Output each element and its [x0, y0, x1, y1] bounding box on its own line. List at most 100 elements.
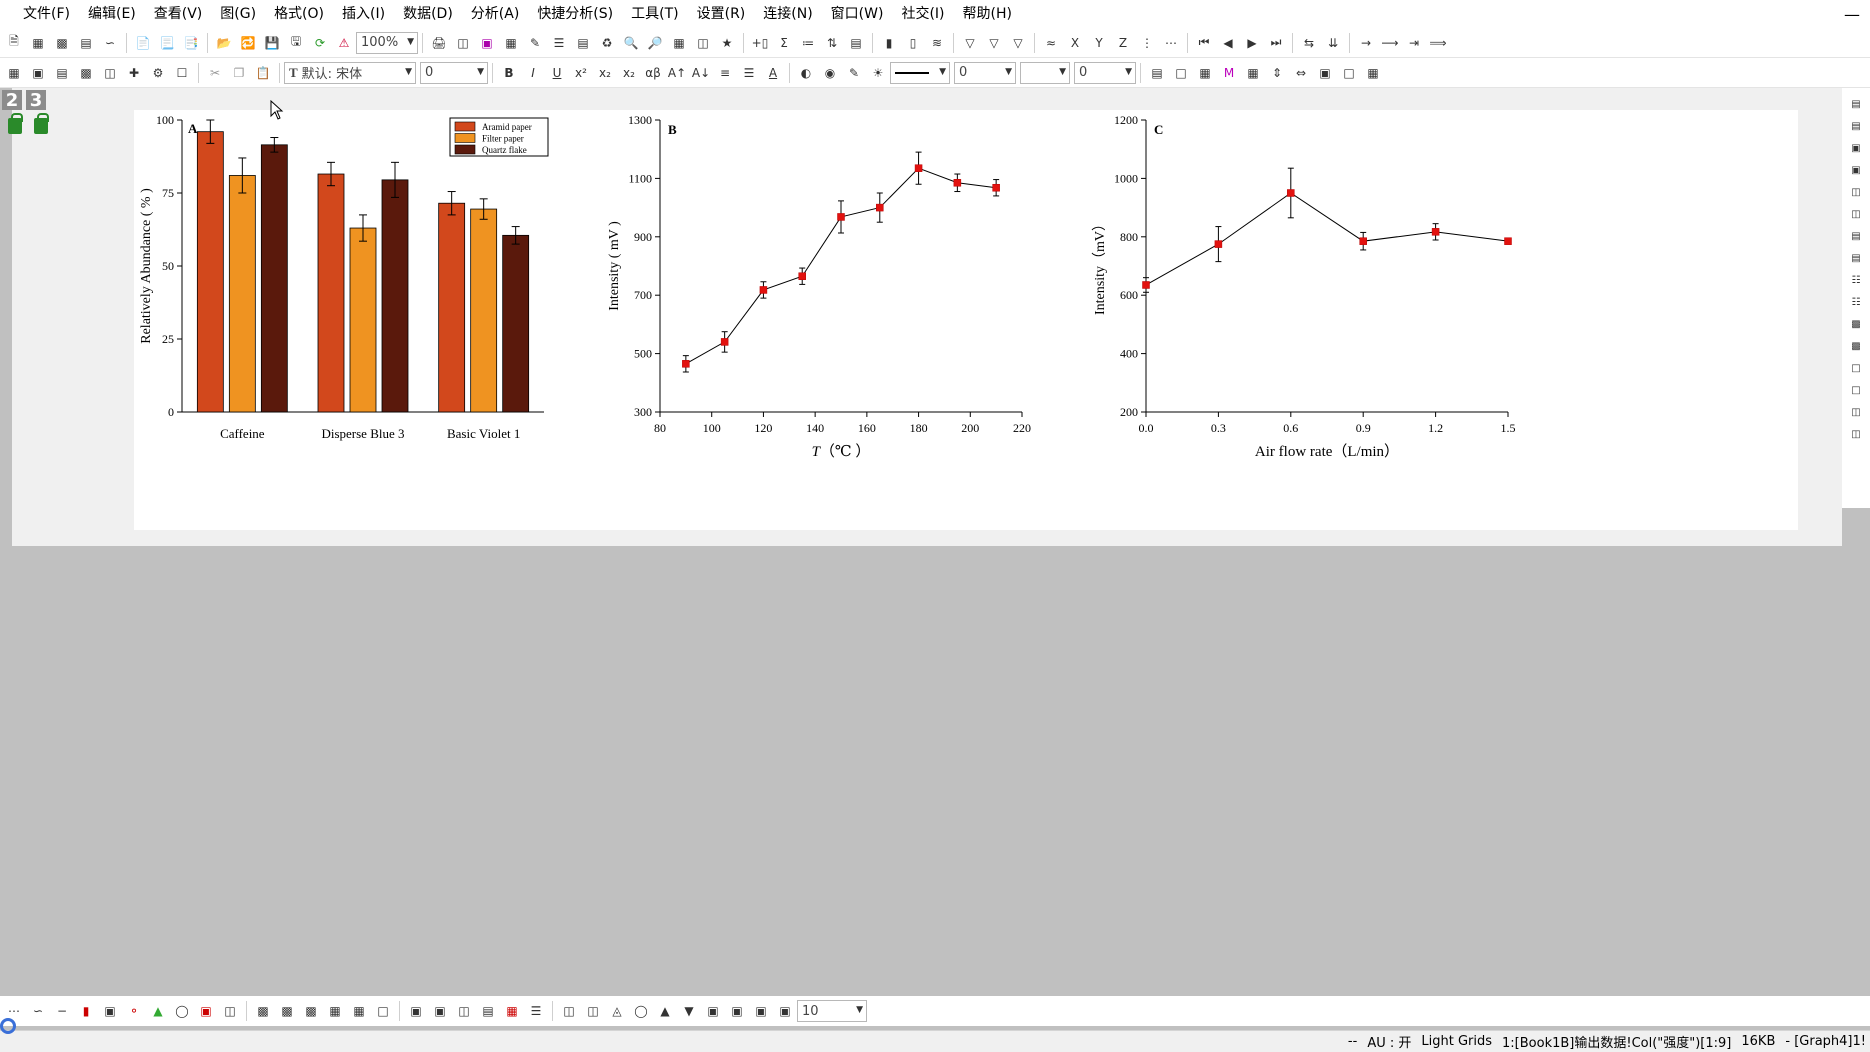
window-badge-2[interactable]: 2 — [2, 90, 22, 111]
arrow-long-icon[interactable]: ⟹ — [1428, 33, 1448, 53]
graph-page[interactable]: 0 25 50 75 100 A Relatively Abundance ( % ) Caf… — [134, 110, 1798, 530]
clear-filter-icon[interactable]: ▽ — [984, 33, 1004, 53]
window-badge-3[interactable]: 3 — [26, 90, 46, 111]
group-icon[interactable]: ▩ — [1848, 316, 1864, 332]
new-project-icon[interactable]: 🗎 — [4, 33, 24, 53]
menu-quick-analysis[interactable]: 快捷分析(S) — [528, 0, 622, 28]
align-horizontal-icon[interactable]: ◫ — [1848, 206, 1864, 222]
set-as-error-icon[interactable]: ⋮ — [1137, 33, 1157, 53]
worksheet-query-icon[interactable]: ◫ — [693, 33, 713, 53]
set-as-x-icon[interactable]: X — [1065, 33, 1085, 53]
sort-icon[interactable]: ⇅ — [822, 33, 842, 53]
front-icon[interactable]: □ — [1848, 360, 1864, 376]
fill-value-select[interactable]: 0 ▼ — [1074, 61, 1136, 84]
ungroup-icon[interactable]: ▩ — [1848, 338, 1864, 354]
custom-icon[interactable]: ▦ — [1243, 63, 1263, 83]
menu-social[interactable]: 社交(I) — [892, 0, 953, 28]
subscript-icon[interactable]: x₂ — [595, 63, 615, 83]
cone-icon[interactable]: ▲ — [655, 1001, 675, 1021]
results-log-icon[interactable]: ▦ — [501, 33, 521, 53]
statistics-row-icon[interactable]: ≔ — [798, 33, 818, 53]
open-template-icon[interactable]: 🔁 — [238, 33, 258, 53]
print-icon[interactable]: 🖨 — [429, 33, 449, 53]
set-column-values-icon[interactable]: ▤ — [846, 33, 866, 53]
border-icon[interactable]: □ — [1171, 63, 1191, 83]
merge-icon[interactable]: ▣ — [28, 63, 48, 83]
arrow-right-icon[interactable]: → — [1356, 33, 1376, 53]
project-explorer-icon[interactable]: ☰ — [549, 33, 569, 53]
line-plot-icon[interactable]: − — [52, 1001, 72, 1021]
zoom-select[interactable]: 100% ▼ — [356, 31, 418, 54]
arrange-layers-icon[interactable]: ▤ — [52, 63, 72, 83]
set-as-y-icon[interactable]: Y — [1089, 33, 1109, 53]
save-as-icon[interactable]: 🖫 — [286, 33, 306, 53]
expand-icon[interactable]: ⇕ — [1267, 63, 1287, 83]
lock-icon[interactable] — [34, 113, 49, 134]
first-icon[interactable]: ⏮ — [1194, 33, 1214, 53]
panel-icon[interactable]: ▦ — [349, 1001, 369, 1021]
mask-icon[interactable]: ≈ — [1041, 33, 1061, 53]
plot-column-icon[interactable]: ▮ — [879, 33, 899, 53]
cut-icon[interactable]: ✂ — [205, 63, 225, 83]
error-bar-icon[interactable]: ⚬ — [124, 1001, 144, 1021]
3d-plot-icon[interactable]: ◫ — [220, 1001, 240, 1021]
perspective-icon[interactable]: ◬ — [607, 1001, 627, 1021]
data-explorer-icon[interactable]: 🔍 — [621, 33, 641, 53]
backward-icon[interactable]: ◫ — [1848, 426, 1864, 442]
align-right-icon[interactable]: ▣ — [1848, 162, 1864, 178]
frame-layout-icon[interactable]: □ — [373, 1001, 393, 1021]
new-matrix-icon[interactable]: ▤ — [76, 33, 96, 53]
layout-icon[interactable]: ▩ — [277, 1001, 297, 1021]
sheet-browser-icon[interactable]: ▦ — [669, 33, 689, 53]
menu-edit[interactable]: 编辑(E) — [79, 0, 145, 28]
new-workbook-icon[interactable]: ▦ — [28, 33, 48, 53]
line-width-select[interactable]: 0 ▼ — [954, 61, 1016, 84]
previous-icon[interactable]: ◀ — [1218, 33, 1238, 53]
fill-color-icon[interactable]: ◐ — [796, 63, 816, 83]
arrow-right-thin-icon[interactable]: ⟶ — [1380, 33, 1400, 53]
recalculate-icon[interactable]: ⟳ — [310, 33, 330, 53]
rescale-axes-icon[interactable]: ◫ — [454, 1001, 474, 1021]
inverse-cone-icon[interactable]: ▼ — [679, 1001, 699, 1021]
find-icon[interactable]: 🔎 — [645, 33, 665, 53]
statistics-col-icon[interactable]: Σ — [774, 33, 794, 53]
resize-icon[interactable]: ▣ — [727, 1001, 747, 1021]
same-width-icon[interactable]: ▤ — [1848, 228, 1864, 244]
digitizer-icon[interactable]: ★ — [717, 33, 737, 53]
menu-data[interactable]: 数据(D) — [394, 0, 462, 28]
grid-icon[interactable]: ▦ — [1195, 63, 1215, 83]
menu-graph[interactable]: 图(G) — [211, 0, 265, 28]
cube-icon[interactable]: ▣ — [703, 1001, 723, 1021]
align-left-icon[interactable]: ≡ — [715, 63, 735, 83]
new-function-icon[interactable]: 📑 — [181, 33, 201, 53]
fill-select[interactable]: ▼ — [1020, 61, 1070, 84]
menu-connect[interactable]: 连接(N) — [754, 0, 821, 28]
filter-options-icon[interactable]: ▽ — [1008, 33, 1028, 53]
line-color-icon[interactable]: ✎ — [844, 63, 864, 83]
copy-page-icon[interactable]: ◫ — [453, 33, 473, 53]
shrink-icon[interactable]: ⇔ — [1291, 63, 1311, 83]
menu-help[interactable]: 帮助(H) — [954, 0, 1021, 28]
forward-icon[interactable]: ◫ — [1848, 404, 1864, 420]
add-layer-icon[interactable]: ◫ — [100, 63, 120, 83]
last-icon[interactable]: ⏭ — [1266, 33, 1286, 53]
lock-icon[interactable]: ▣ — [1315, 63, 1335, 83]
align-left-icon[interactable]: ▣ — [1848, 140, 1864, 156]
lock-icon[interactable] — [8, 113, 23, 134]
menu-analysis[interactable]: 分析(A) — [462, 0, 529, 28]
copy-icon[interactable]: ❐ — [229, 63, 249, 83]
extract-layer-icon[interactable]: ✚ — [124, 63, 144, 83]
marker-icon[interactable]: M — [1219, 63, 1239, 83]
next-icon[interactable]: ▶ — [1242, 33, 1262, 53]
status-autoupdate[interactable]: AU : 开 — [1367, 1032, 1411, 1051]
table-icon[interactable]: ▦ — [1363, 63, 1383, 83]
frame-icon[interactable]: □ — [1339, 63, 1359, 83]
same-height-icon[interactable]: ▤ — [1848, 250, 1864, 266]
distribute-v-icon[interactable]: ☷ — [1848, 294, 1864, 310]
new-graph-icon[interactable]: ∽ — [100, 33, 120, 53]
menu-tools[interactable]: 工具(T) — [622, 0, 687, 28]
column-plot-icon[interactable]: ▮ — [76, 1001, 96, 1021]
align-bottom-icon[interactable]: ▤ — [1848, 118, 1864, 134]
zoom-out-icon[interactable]: ▣ — [430, 1001, 450, 1021]
save-icon[interactable]: 💾 — [262, 33, 282, 53]
